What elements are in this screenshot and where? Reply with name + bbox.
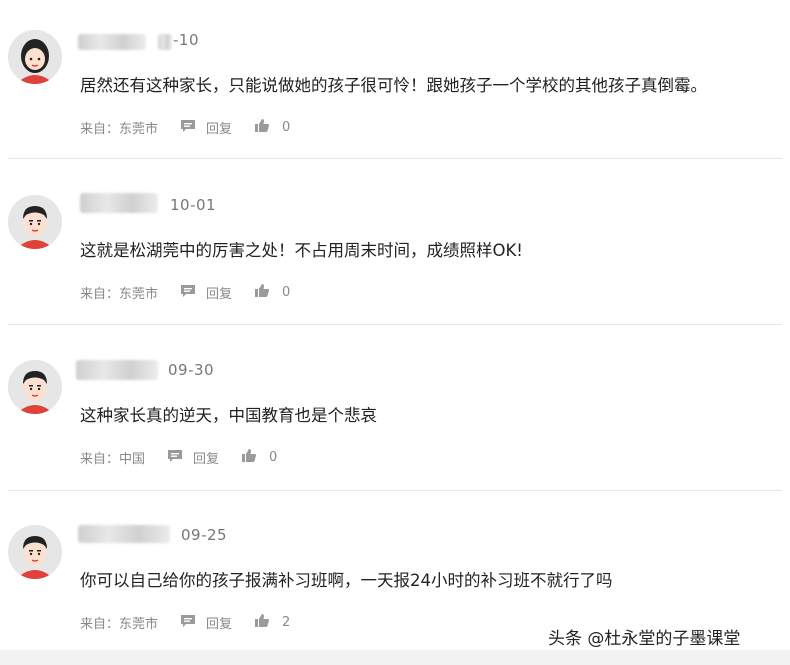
comment-date: 10-01 [170, 196, 217, 214]
comment-meta: 来自：东莞市 回复 0 [80, 118, 290, 137]
comment-meta: 来自：东莞市 回复 2 [80, 613, 290, 632]
thumbs-up-icon [241, 448, 257, 467]
like-button[interactable]: 2 [254, 613, 290, 632]
username-blurred [158, 34, 172, 50]
divider [8, 490, 782, 491]
comment-date: -10 [173, 31, 199, 49]
comment-text: 这就是松湖莞中的厉害之处！不占用周末时间，成绩照样OK! [80, 241, 523, 260]
username-blurred [80, 193, 158, 213]
avatar-female-icon [8, 30, 62, 84]
comment-text: 居然还有这种家长，只能说做她的孩子很可怜！跟她孩子一个学校的其他孩子真倒霉。 [80, 76, 707, 95]
username-blurred [78, 34, 146, 50]
reply-icon [180, 284, 196, 302]
like-button[interactable]: 0 [241, 448, 277, 467]
like-button[interactable]: 0 [254, 118, 290, 137]
username-blurred [78, 525, 170, 543]
reply-label: 回复 [206, 617, 233, 632]
comment-text: 这种家长真的逆天，中国教育也是个悲哀 [80, 406, 377, 425]
reply-icon [180, 119, 196, 137]
reply-button[interactable]: 回复 [180, 118, 232, 137]
divider [8, 324, 782, 325]
avatar-male-icon [8, 525, 62, 579]
avatar[interactable] [8, 30, 62, 84]
location-label: 来自：东莞市 [80, 617, 159, 632]
like-count: 0 [269, 450, 278, 465]
reply-button[interactable]: 回复 [180, 283, 232, 302]
avatar-male-icon [8, 360, 62, 414]
location-label: 来自：东莞市 [80, 122, 159, 137]
reply-label: 回复 [206, 122, 233, 137]
reply-button[interactable]: 回复 [180, 613, 232, 632]
reply-icon [180, 614, 196, 632]
comment-date: 09-30 [168, 361, 215, 379]
comment-meta: 来自：东莞市 回复 0 [80, 283, 290, 302]
comment-item: 09-30 这种家长真的逆天，中国教育也是个悲哀 来自：中国 回复 0 [0, 330, 790, 495]
avatar-male-icon [8, 195, 62, 249]
divider [8, 158, 782, 159]
avatar[interactable] [8, 360, 62, 414]
reply-label: 回复 [206, 287, 233, 302]
like-count: 0 [282, 120, 291, 135]
location-label: 来自：东莞市 [80, 287, 159, 302]
username-blurred [76, 360, 158, 380]
comment-date: 09-25 [181, 526, 228, 544]
like-count: 0 [282, 285, 291, 300]
comment-item: 10-01 这就是松湖莞中的厉害之处！不占用周末时间，成绩照样OK! 来自：东莞… [0, 165, 790, 330]
bottom-strip [0, 650, 790, 665]
avatar[interactable] [8, 195, 62, 249]
comment-item: -10 居然还有这种家长，只能说做她的孩子很可怜！跟她孩子一个学校的其他孩子真倒… [0, 0, 790, 165]
reply-button[interactable]: 回复 [167, 448, 219, 467]
comment-text: 你可以自己给你的孩子报满补习班啊，一天报24小时的补习班不就行了吗 [80, 571, 613, 590]
reply-label: 回复 [193, 452, 220, 467]
avatar[interactable] [8, 525, 62, 579]
like-button[interactable]: 0 [254, 283, 290, 302]
thumbs-up-icon [254, 118, 270, 137]
thumbs-up-icon [254, 283, 270, 302]
like-count: 2 [282, 615, 291, 630]
comment-meta: 来自：中国 回复 0 [80, 448, 277, 467]
thumbs-up-icon [254, 613, 270, 632]
location-label: 来自：中国 [80, 452, 146, 467]
reply-icon [167, 449, 183, 467]
watermark: 头条 @杜永堂的子墨课堂 [548, 629, 741, 649]
